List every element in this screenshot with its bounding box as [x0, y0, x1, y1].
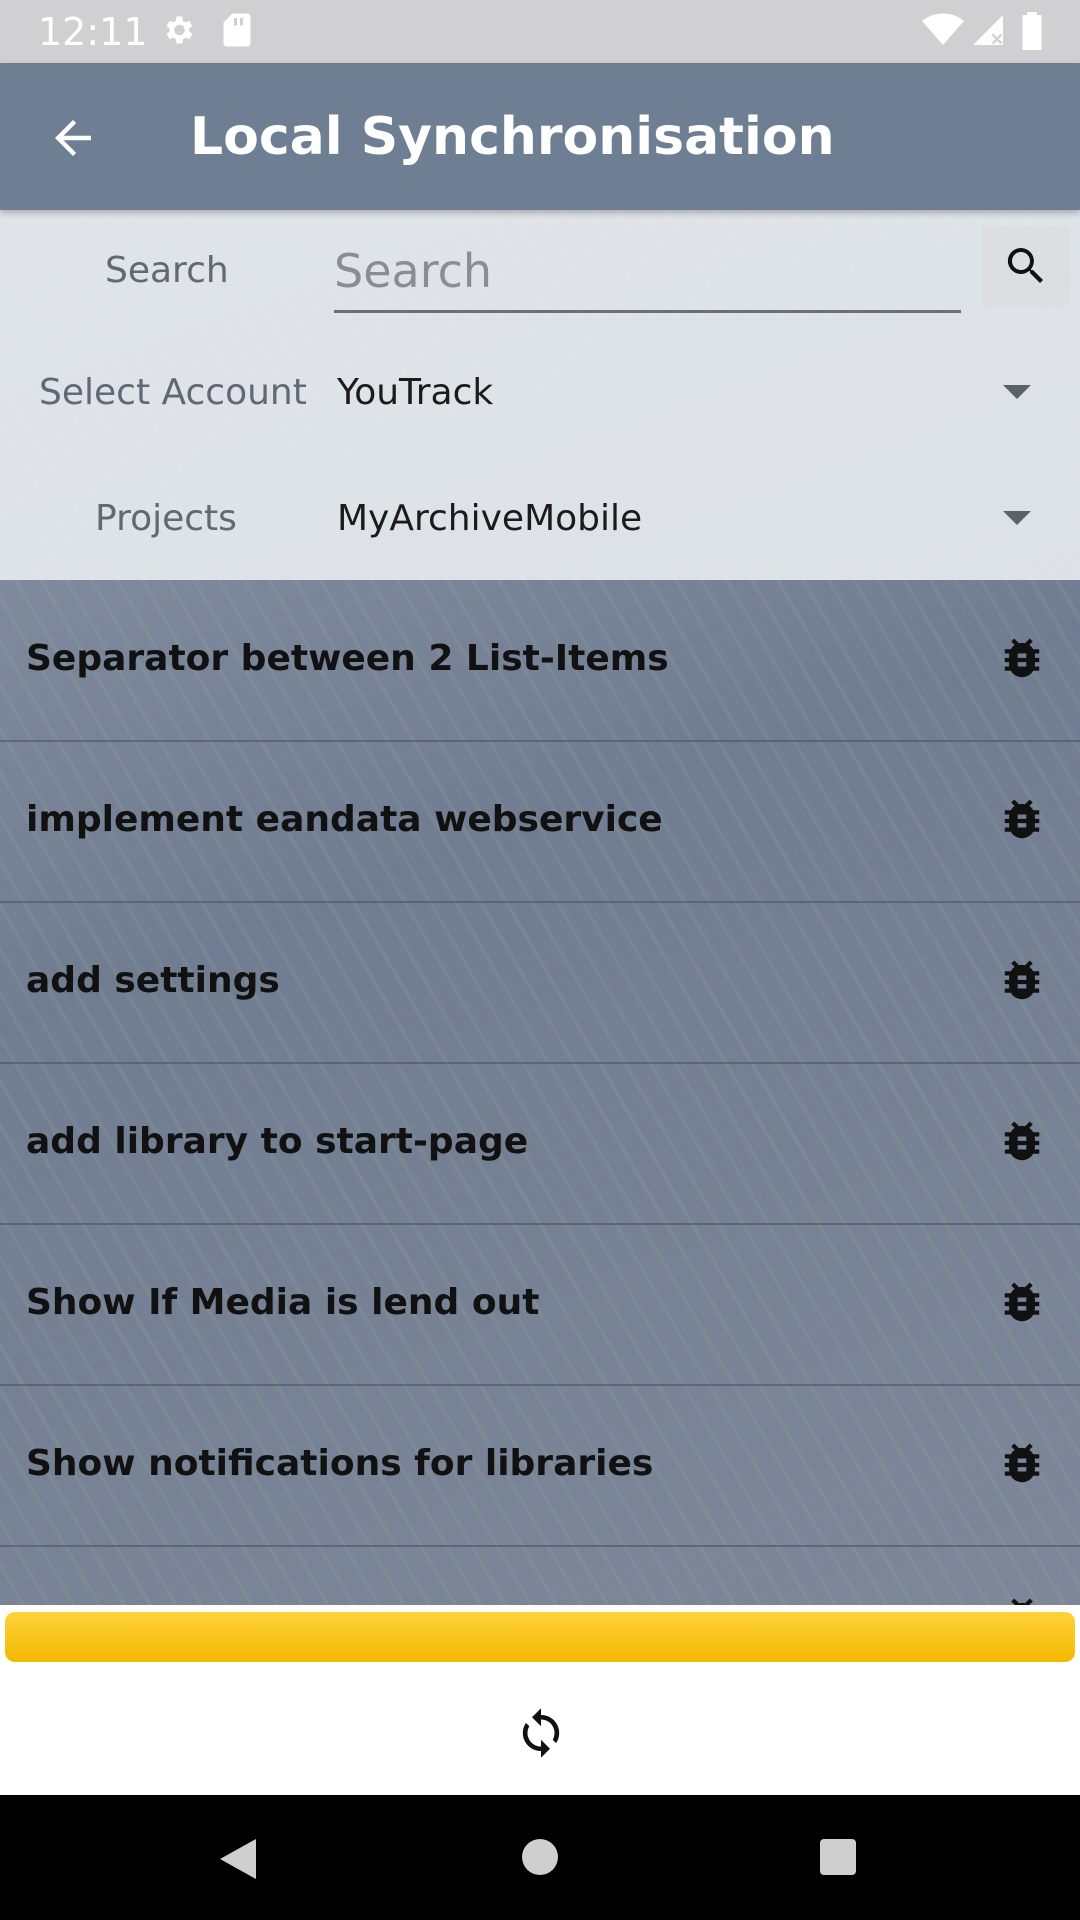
- arrow-back-icon[interactable]: [46, 111, 100, 165]
- page-title: Local Synchronisation: [190, 107, 835, 167]
- bug-icon: [1004, 799, 1040, 839]
- list-item-title: Show notifications for libraries: [26, 1443, 654, 1484]
- search-label: Search: [105, 250, 229, 291]
- list-item[interactable]: add library to start-page: [0, 1063, 1080, 1225]
- status-time: 12:11: [38, 10, 148, 54]
- list-item-title: add settings: [26, 960, 280, 1001]
- navigation-bar: [0, 1795, 1080, 1920]
- back-triangle-icon[interactable]: [216, 1835, 260, 1883]
- list-item[interactable]: Separator between 2 List-Items: [0, 580, 1080, 742]
- search-icon: [1007, 248, 1043, 283]
- chevron-down-icon: [1003, 511, 1031, 525]
- wifi-icon: [922, 13, 964, 45]
- list-item-partial[interactable]: [0, 1546, 1080, 1605]
- list-item[interactable]: add settings: [0, 902, 1080, 1064]
- projects-select[interactable]: MyArchiveMobile: [330, 476, 1050, 562]
- bug-icon: [1004, 638, 1040, 678]
- bug-icon: [1011, 1598, 1033, 1605]
- status-bar: 12:11: [0, 0, 1080, 63]
- sync-icon[interactable]: [514, 1705, 568, 1761]
- bug-icon: [1004, 960, 1040, 1000]
- list-item-title: Separator between 2 List-Items: [26, 638, 669, 679]
- account-selected-value: YouTrack: [337, 372, 494, 413]
- app-bar: Local Synchronisation: [0, 63, 1080, 210]
- chevron-down-icon: [1003, 385, 1031, 399]
- signal-icon: [973, 15, 1003, 45]
- issue-list[interactable]: Separator between 2 List-Items implement…: [0, 580, 1080, 1605]
- search-input[interactable]: [334, 238, 961, 313]
- projects-label: Projects: [95, 498, 237, 539]
- bug-icon: [1004, 1121, 1040, 1161]
- recents-square-icon[interactable]: [818, 1837, 858, 1877]
- sd-card-icon: [223, 13, 251, 47]
- account-select[interactable]: YouTrack: [330, 350, 1050, 436]
- battery-icon: [1022, 12, 1042, 50]
- settings-icon: [166, 16, 193, 44]
- search-button[interactable]: [982, 226, 1070, 306]
- account-label: Select Account: [39, 372, 307, 413]
- bug-icon: [1004, 1282, 1040, 1322]
- list-item[interactable]: implement eandata webservice: [0, 741, 1080, 903]
- list-item[interactable]: Show If Media is lend out: [0, 1224, 1080, 1386]
- projects-selected-value: MyArchiveMobile: [337, 498, 643, 539]
- list-item-title: Show If Media is lend out: [26, 1282, 540, 1323]
- list-item[interactable]: Show notifications for libraries: [0, 1385, 1080, 1547]
- list-item-title: implement eandata webservice: [26, 799, 663, 840]
- list-item-title: add library to start-page: [26, 1121, 529, 1162]
- bottom-action-bar: [0, 1665, 1080, 1795]
- bug-icon: [1004, 1443, 1040, 1483]
- home-circle-icon[interactable]: [520, 1837, 560, 1877]
- sync-progress-bar: [5, 1612, 1075, 1662]
